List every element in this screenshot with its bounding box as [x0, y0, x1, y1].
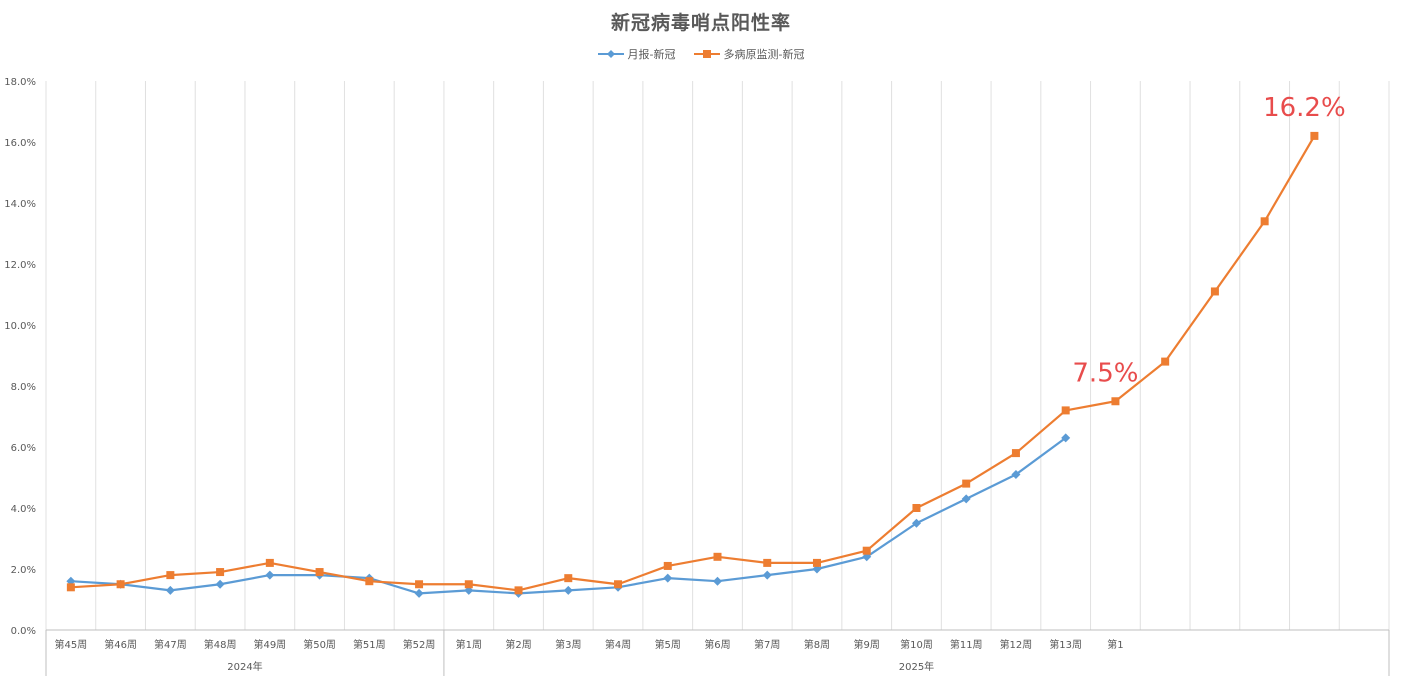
- y-tick-label: 2.0%: [11, 565, 36, 576]
- x-tick-label: 第1周: [456, 638, 482, 651]
- y-tick-label: 8.0%: [11, 382, 36, 393]
- data-point-diamond: [563, 585, 573, 595]
- chart: 新冠病毒哨点阳性率 月报-新冠 多病原监测-新冠 0.0% 2.0% 4.0% 6.0…: [0, 0, 1402, 679]
- data-point-square: [216, 568, 225, 577]
- y-tick-label: 6.0%: [11, 443, 36, 454]
- x-group-label: 2025年: [899, 660, 934, 673]
- data-point-square: [1161, 357, 1170, 366]
- data-point-square: [614, 580, 623, 589]
- x-tick-label: 第49周: [253, 638, 286, 651]
- data-point-square: [763, 558, 772, 567]
- data-point-diamond: [961, 494, 971, 504]
- y-tick-label: 12.0%: [4, 260, 36, 271]
- x-tick-label: 第46周: [104, 638, 137, 651]
- x-tick-label: 第13周: [1049, 638, 1082, 651]
- x-group-label: 2024年: [227, 660, 262, 673]
- x-tick-label: 第4周: [605, 638, 631, 651]
- data-point-diamond: [762, 570, 772, 580]
- x-tick-label: 第45周: [55, 638, 88, 651]
- data-point-square: [1011, 449, 1020, 458]
- data-point-square: [365, 577, 374, 586]
- x-tick-label: 第50周: [303, 638, 336, 651]
- data-point-square: [464, 580, 473, 589]
- x-tick-label: 第5周: [655, 638, 681, 651]
- x-tick-label: 第8周: [804, 638, 830, 651]
- x-tick-label: 第2周: [505, 638, 531, 651]
- data-point-diamond: [663, 573, 673, 583]
- x-tick-label: 第52周: [403, 638, 436, 651]
- y-tick-label: 0.0%: [11, 626, 36, 637]
- data-point-square: [1210, 287, 1219, 296]
- data-point-square: [514, 586, 523, 595]
- data-point-square: [713, 552, 722, 561]
- x-tick-label: 第10周: [900, 638, 933, 651]
- data-point-square: [912, 504, 921, 512]
- annotation-label: 16.2%: [1263, 93, 1346, 123]
- y-tick-label: 18.0%: [4, 77, 36, 88]
- x-tick-label: 第9周: [854, 638, 880, 651]
- data-point-square: [315, 568, 324, 577]
- data-point-diamond: [265, 570, 275, 580]
- x-tick-label: 第12周: [1000, 638, 1033, 651]
- data-point-diamond: [165, 585, 175, 595]
- data-point-diamond: [713, 576, 722, 586]
- data-point-square: [66, 583, 75, 592]
- data-point-diamond: [215, 579, 225, 589]
- x-tick-label: 第1: [1107, 638, 1123, 651]
- data-point-square: [1260, 217, 1269, 226]
- data-point-square: [166, 571, 175, 580]
- data-point-square: [265, 558, 274, 567]
- data-point-square: [564, 574, 573, 583]
- data-point-square: [1061, 406, 1070, 415]
- x-tick-label: 第51周: [353, 638, 386, 651]
- data-point-square: [1310, 131, 1319, 140]
- y-tick-label: 14.0%: [4, 199, 36, 210]
- plot-area: 0.0% 2.0% 4.0% 6.0% 8.0% 10.0% 12.0% 14.0% 16.0%…: [4, 77, 1390, 676]
- x-tick-label: 第7周: [754, 638, 780, 651]
- data-point-square: [1111, 397, 1120, 406]
- x-tick-label: 第6周: [704, 638, 730, 651]
- data-point-diamond: [414, 588, 424, 598]
- y-tick-label: 4.0%: [11, 504, 36, 515]
- x-tick-label: 第3周: [555, 638, 581, 651]
- x-tick-label: 第47周: [154, 638, 187, 651]
- x-tick-label: 第48周: [204, 638, 237, 651]
- data-point-square: [812, 558, 821, 567]
- y-tick-label: 10.0%: [4, 321, 36, 332]
- data-point-square: [116, 580, 125, 589]
- x-tick-label: 第11周: [950, 638, 983, 651]
- data-point-square: [415, 580, 424, 589]
- data-point-square: [663, 561, 672, 570]
- y-tick-label: 16.0%: [4, 138, 36, 149]
- data-point-square: [962, 479, 971, 488]
- annotation-label: 7.5%: [1072, 358, 1138, 388]
- data-point-square: [862, 546, 871, 555]
